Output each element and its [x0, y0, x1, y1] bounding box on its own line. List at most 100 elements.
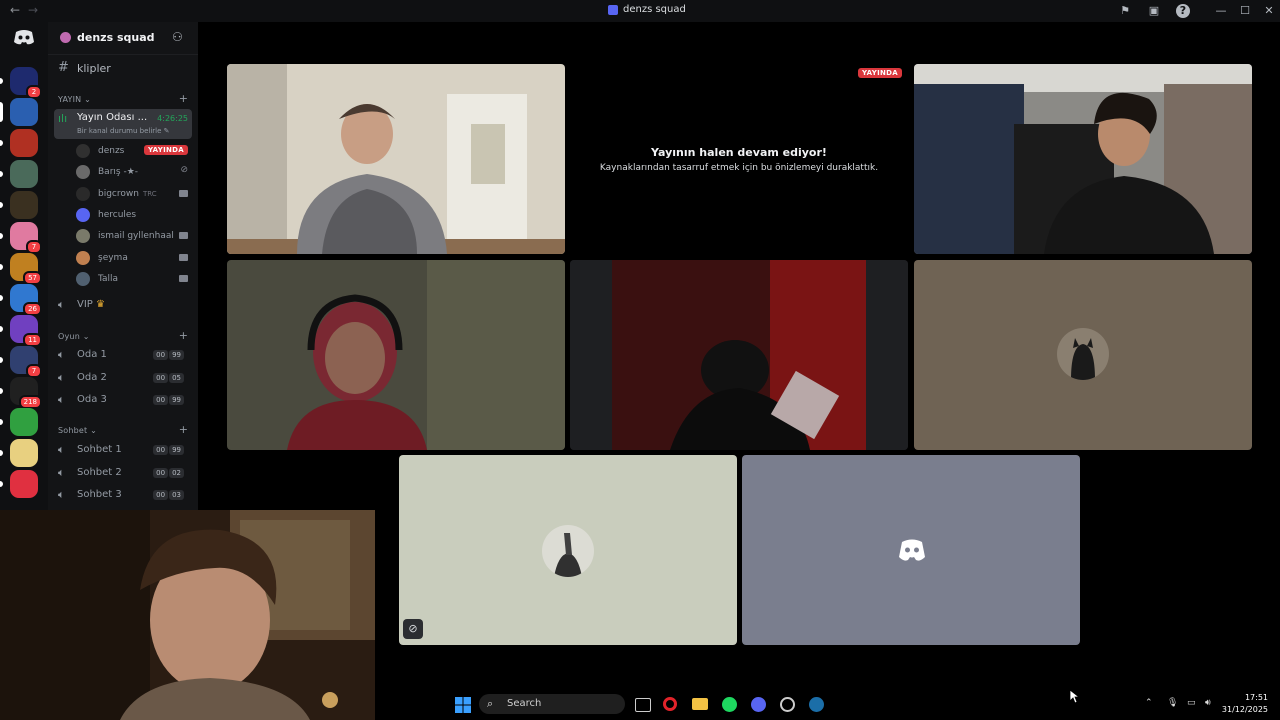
flag-icon[interactable]: ⚑ — [1118, 4, 1132, 18]
inbox-icon[interactable]: ▣ — [1147, 4, 1161, 18]
limit-value: 99 — [169, 395, 184, 406]
member-tag: TRC — [142, 189, 157, 198]
discord-taskbar-icon[interactable] — [751, 697, 766, 712]
limit-value: 03 — [169, 490, 184, 501]
camera-icon — [179, 274, 188, 282]
server-icon-6[interactable]: 7 — [10, 222, 42, 254]
category-sohbet[interactable]: Sohbet ⌄ — [58, 426, 97, 435]
limit-value: 99 — [169, 445, 184, 455]
server-icon-4[interactable] — [10, 160, 38, 188]
valorant-icon[interactable] — [10, 470, 38, 498]
server-header[interactable]: denzs squad ⌄ ⚇ — [48, 22, 198, 55]
microphone-icon[interactable]: 🎙︎ — [1167, 698, 1178, 708]
clock-date[interactable]: 31/12/2025 — [1222, 705, 1268, 714]
video-tile-user-6[interactable]: ⊘ — [399, 455, 737, 645]
voice-channel[interactable]: 🔈︎ Oda 3 00 99 — [54, 391, 192, 409]
back-arrow-icon[interactable]: ← — [10, 3, 20, 17]
category-label: YAYIN — [58, 95, 82, 104]
category-yayin[interactable]: YAYIN ⌄ — [58, 95, 91, 104]
tr-server-icon[interactable]: 2 — [10, 67, 42, 99]
video-tile-user-3[interactable] — [227, 260, 565, 450]
user-avatar — [1057, 328, 1109, 380]
limit-value: 05 — [169, 372, 184, 383]
voice-member[interactable]: hercules — [76, 206, 188, 224]
video-tile-user-7[interactable] — [742, 455, 1080, 645]
server-icon-11[interactable]: 218 — [10, 377, 42, 409]
taskbar-search[interactable]: ⌕ Search — [479, 694, 625, 714]
gaming-icon[interactable] — [10, 129, 38, 157]
channel-label: Sohbet 1 — [77, 444, 122, 455]
windows-start-icon[interactable] — [455, 697, 471, 713]
server-rail: 2 7 57 26 11 7 218 — [0, 22, 48, 510]
avatar — [76, 144, 90, 158]
member-name-text: Barış -★- — [98, 167, 139, 178]
forward-arrow-icon[interactable]: → — [28, 3, 38, 17]
server-icon-13[interactable] — [10, 439, 38, 467]
server-icon-9[interactable]: 11 — [10, 315, 42, 347]
limit-value: 00 — [153, 467, 169, 478]
video-tile-user-2[interactable] — [914, 64, 1252, 254]
category-label: Oyun — [58, 332, 80, 341]
voice-channel[interactable]: 🔈︎ Sohbet 1 00 99 — [54, 441, 192, 459]
paused-stream-tile[interactable]: YAYINDA Yayının halen devam ediyor! Kayn… — [570, 64, 908, 254]
minimize-icon[interactable]: — — [1214, 4, 1228, 18]
task-view-icon[interactable] — [635, 698, 651, 712]
category-oyun[interactable]: Oyun ⌄ — [58, 332, 90, 341]
channel-vip[interactable]: 🔈︎ VIP ♛ — [54, 296, 192, 314]
voice-member[interactable]: Barış -★- ⊘ — [76, 163, 188, 181]
voice-member[interactable]: ismail gyllenhaal — [76, 227, 188, 245]
voice-member[interactable]: bigcrown TRC — [76, 185, 188, 203]
close-icon[interactable]: ✕ — [1262, 4, 1276, 18]
unread-pill — [0, 419, 3, 425]
voice-member[interactable]: şeyma — [76, 249, 188, 267]
frog-icon[interactable] — [10, 408, 38, 436]
mention-badge: 2 — [26, 85, 42, 99]
clock-time[interactable]: 17:51 — [1245, 693, 1268, 702]
channel-label: VIP — [77, 299, 93, 310]
server-icon-7[interactable]: 57 — [10, 253, 42, 285]
channel-label: Oda 1 — [77, 349, 107, 360]
server-icon-8[interactable]: 26 — [10, 284, 42, 316]
voice-channel[interactable]: 🔈︎ Sohbet 3 00 03 — [54, 486, 192, 504]
voice-channel[interactable]: 🔈︎ Oda 1 00 99 — [54, 346, 192, 364]
avatar — [76, 271, 90, 286]
video-tile-user-5[interactable] — [914, 260, 1252, 450]
volume-icon[interactable]: 🔊︎ — [1205, 698, 1211, 708]
active-voice-channel[interactable]: ılı Yayın Odası ... 4:26:25 Bir kanal du… — [54, 109, 192, 139]
voice-member[interactable]: denzs YAYINDA — [76, 142, 188, 160]
add-channel-icon[interactable]: + — [179, 423, 188, 436]
camera-icon — [179, 232, 188, 240]
add-channel-icon[interactable]: + — [179, 329, 188, 342]
user-avatar — [542, 525, 594, 577]
unread-pill — [0, 171, 3, 177]
channel-klipler[interactable]: # klipler — [54, 60, 192, 78]
chatgpt-icon[interactable] — [780, 697, 795, 712]
windows-taskbar: ⌕ Search ⌃ 🎙︎ ▭ 🔊︎ 17:51 31/12/2025 — [375, 688, 1280, 720]
add-channel-icon[interactable]: + — [179, 92, 188, 105]
spotify-icon[interactable] — [722, 697, 737, 712]
voice-member[interactable]: Talla — [76, 270, 188, 288]
webcam-feed — [227, 64, 565, 254]
video-tile-user-1[interactable] — [227, 64, 565, 254]
user-limit: 00 99 — [153, 445, 184, 455]
denzs-squad-icon[interactable] — [10, 98, 38, 126]
opera-icon[interactable] — [663, 697, 677, 711]
file-explorer-icon[interactable] — [692, 698, 708, 710]
webcam-feed — [570, 260, 908, 450]
maximize-icon[interactable]: ☐ — [1238, 4, 1252, 18]
discord-home-icon[interactable] — [10, 28, 38, 46]
channel-timer: 4:26:25 — [157, 114, 188, 123]
channel-status[interactable]: Bir kanal durumu belirle ✎ — [77, 127, 170, 135]
network-icon[interactable]: ▭ — [1187, 698, 1196, 708]
voice-channel[interactable]: 🔈︎ Sohbet 2 00 02 — [54, 464, 192, 482]
member-name: denzs — [98, 146, 124, 156]
video-tile-user-4[interactable] — [570, 260, 908, 450]
add-member-icon[interactable]: ⚇ — [172, 30, 183, 44]
server-icon-10[interactable]: 7 — [10, 346, 42, 378]
help-icon[interactable]: ? — [1176, 4, 1190, 18]
voice-channel[interactable]: 🔈︎ Oda 2 00 05 — [54, 369, 192, 387]
steam-icon[interactable] — [809, 697, 824, 712]
server-icon-5[interactable] — [10, 191, 38, 219]
chevron-up-icon[interactable]: ⌃ — [1145, 698, 1153, 708]
user-limit: 00 02 — [153, 467, 184, 478]
